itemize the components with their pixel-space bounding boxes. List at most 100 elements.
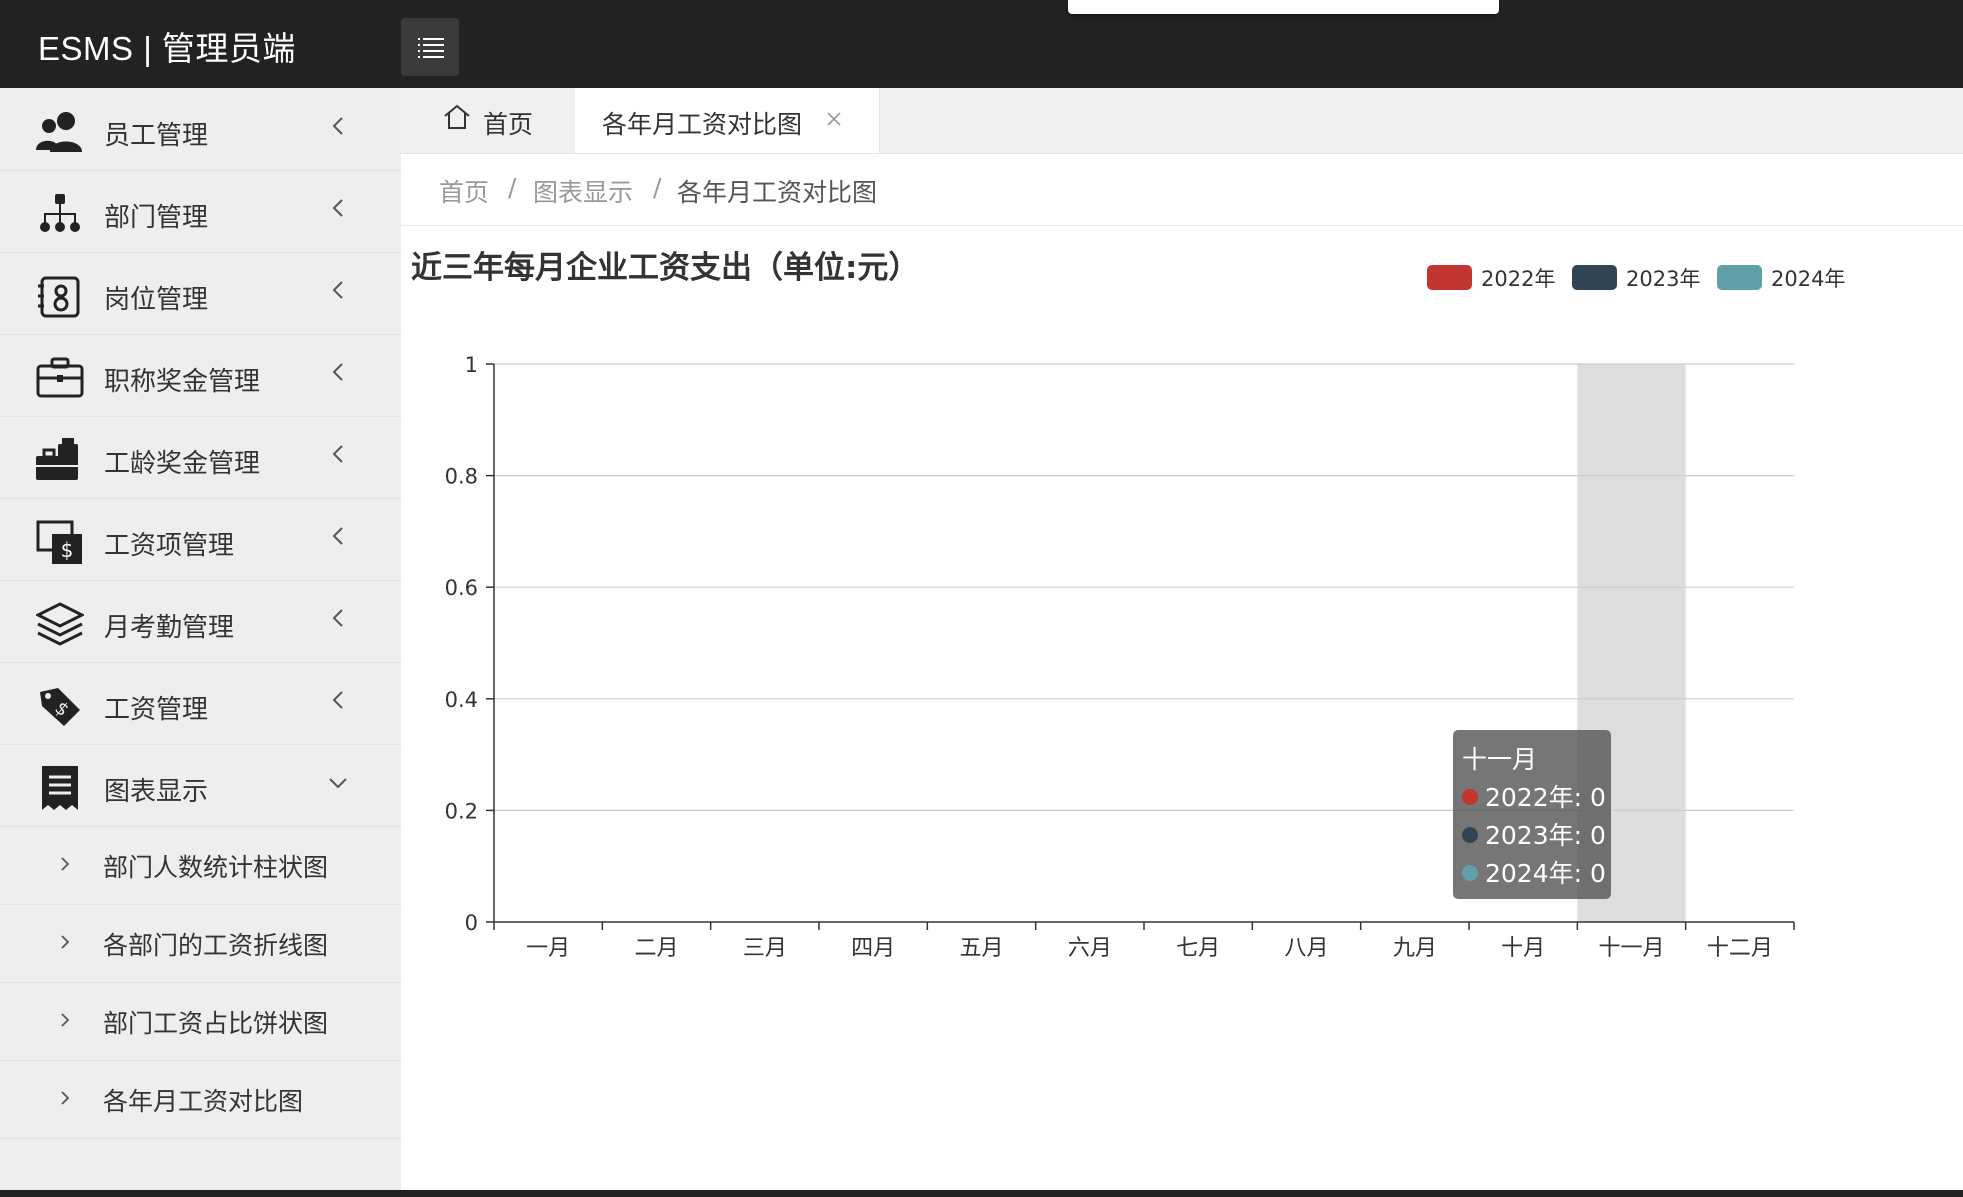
x-tick-label: 五月 [959,936,1003,961]
close-icon[interactable] [825,110,843,128]
sidebar-item-label: 工资项管理 [104,531,235,561]
tooltip-row-2023: 2023年: 0 [1462,816,1606,850]
sidebar-subitem-yearly-salary-compare[interactable]: 各年月工资对比图 [0,1060,401,1139]
sidebar-item-employees[interactable]: 员工管理 [0,88,401,171]
sidebar-item-attendance[interactable]: 月考勤管理 [0,580,401,663]
briefcase-icon [36,357,84,398]
series-dot-2024 [1462,865,1478,881]
x-tick-label: 四月 [851,936,895,961]
chart-legend: 2022年 2023年 2024年 [1427,265,1845,291]
sidebar-item-salary[interactable]: $ 工资管理 [0,662,401,745]
y-tick-label: 0 [465,911,478,935]
chevron-left-icon [332,363,343,381]
y-tick-label: 0.8 [445,465,478,489]
tooltip-row-2022: 2022年: 0 [1462,778,1606,812]
y-tick-label: 0.6 [445,576,478,600]
chevron-left-icon [332,117,343,135]
chart-tooltip: 十一月 2022年: 0 2023年: 0 2024年: 0 [1453,730,1611,899]
tab-home-label: 首页 [483,110,534,139]
chevron-left-icon [332,281,343,299]
x-tick-label: 六月 [1068,936,1112,961]
breadcrumb-current: 各年月工资对比图 [677,178,878,207]
series-dot-2022 [1462,789,1478,805]
chevron-left-icon [332,691,343,709]
sidebar-subitem-label: 部门工资占比饼状图 [103,1009,329,1038]
sidebar-item-salary-items[interactable]: $ 工资项管理 [0,498,401,581]
dropdown-popup-edge [1068,0,1499,14]
x-tick-label: 二月 [634,936,678,961]
legend-swatch [1572,265,1617,290]
x-tick-label: 十一月 [1598,936,1664,961]
x-tick-label: 七月 [1176,936,1220,961]
breadcrumb-separator: / [508,173,517,202]
sidebar-item-label: 岗位管理 [104,285,209,315]
sidebar-item-label: 工龄奖金管理 [104,449,261,479]
legend-label: 2023年 [1626,267,1700,291]
sidebar-toggle-button[interactable] [401,18,459,76]
user-group-icon [36,112,82,152]
top-navbar: ESMS | 管理员端 [0,0,1963,88]
chevron-left-icon [332,445,343,463]
app-title: ESMS | 管理员端 [38,30,296,67]
legend-label: 2022年 [1481,267,1555,291]
x-tick-label: 九月 [1393,936,1437,961]
chevron-right-icon [61,1013,70,1027]
sidebar: 员工管理 部门管理 岗位管理 职称奖金管理 工龄奖金管理 $ 工资项管理 月考勤… [0,88,401,1190]
sidebar-item-title-bonus[interactable]: 职称奖金管理 [0,334,401,417]
sidebar-subitem-dept-headcount-bar[interactable]: 部门人数统计柱状图 [0,826,401,905]
sidebar-item-departments[interactable]: 部门管理 [0,170,401,253]
chevron-right-icon [61,857,70,871]
sidebar-subitem-dept-salary-line[interactable]: 各部门的工资折线图 [0,904,401,983]
money-tag-icon: $ [40,688,80,726]
sidebar-subitem-dept-salary-pie[interactable]: 部门工资占比饼状图 [0,982,401,1061]
breadcrumb-section[interactable]: 图表显示 [533,173,633,209]
chevron-left-icon [332,199,343,217]
sidebar-item-label: 职称奖金管理 [104,367,261,397]
toolbox-icon [36,438,78,480]
chevron-down-icon [329,778,347,789]
x-tick-label: 十月 [1501,936,1545,961]
legend-swatch [1427,265,1472,290]
salary-screen-icon: $ [36,520,82,564]
chevron-left-icon [332,527,343,545]
x-tick-label: 八月 [1284,936,1328,961]
sidebar-item-charts[interactable]: 图表显示 [0,744,401,827]
sidebar-item-label: 员工管理 [104,121,209,151]
svg-text:$: $ [61,538,74,562]
breadcrumb: 首页 / 图表显示 / 各年月工资对比图 [401,153,1963,226]
y-tick-label: 0.4 [445,688,478,712]
chart-title: 近三年每月企业工资支出（单位:元） [411,250,919,286]
sidebar-subitem-label: 部门人数统计柱状图 [103,853,329,882]
chevron-right-icon [61,1091,70,1105]
tooltip-row-text: 2022年: 0 [1485,783,1606,812]
tooltip-title: 十一月 [1462,745,1538,774]
x-tick-label: 三月 [743,936,787,961]
menu-icon [418,38,444,58]
tab-active-label: 各年月工资对比图 [602,110,803,139]
tab-yearly-salary-compare[interactable]: 各年月工资对比图 [575,88,880,153]
series-dot-2023 [1462,827,1478,843]
id-badge-icon [38,276,80,318]
sidebar-subitem-label: 各年月工资对比图 [103,1087,304,1116]
salary-comparison-chart: 近三年每月企业工资支出（单位:元） 2022年 2023年 2024年 0 0.2 0.… [411,250,1845,961]
x-tick-label: 十二月 [1707,936,1773,961]
sidebar-item-label: 部门管理 [104,203,209,233]
breadcrumb-home[interactable]: 首页 [439,173,489,209]
x-tick-label: 一月 [526,936,570,961]
bottom-edge [0,1190,1963,1197]
org-chart-icon [40,194,80,232]
sidebar-item-positions[interactable]: 岗位管理 [0,252,401,335]
layers-icon [36,602,84,646]
sidebar-item-seniority-bonus[interactable]: 工龄奖金管理 [0,416,401,499]
breadcrumb-separator: / [653,173,662,202]
y-tick-label: 0.2 [445,799,478,823]
chevron-right-icon [61,935,70,949]
y-tick-label: 1 [465,353,478,377]
tab-home[interactable]: 首页 [401,88,575,153]
tab-bar: 首页 各年月工资对比图 [401,88,1963,154]
chevron-left-icon [332,609,343,627]
legend-label: 2024年 [1771,267,1845,291]
home-icon [444,104,470,129]
sidebar-item-label: 图表显示 [104,777,209,807]
receipt-icon [42,766,78,810]
